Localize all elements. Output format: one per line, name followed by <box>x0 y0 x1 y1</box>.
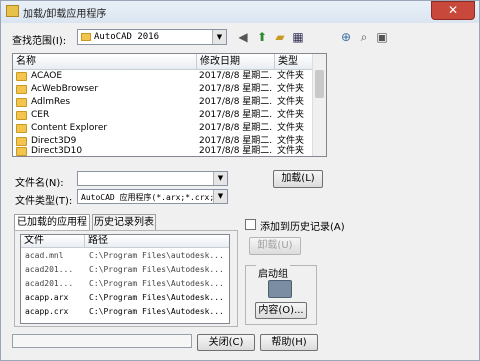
chevron-down-icon[interactable]: ▼ <box>213 190 227 203</box>
folder-icon <box>16 98 27 107</box>
table-row[interactable]: acad.mnl C:\Program Files\autodesk... <box>21 249 229 262</box>
lookin-combo[interactable]: AutoCAD 2016 ▼ <box>77 29 227 45</box>
filename-label: 文件名(N): <box>15 178 64 189</box>
load-button[interactable]: 加载(L) <box>273 170 323 188</box>
list-item[interactable]: ACAOE 2017/8/8 星期二... 文件夹 <box>13 70 315 83</box>
column-header-name[interactable]: 名称 <box>13 54 197 70</box>
loaded-apps-list[interactable]: 文件 路径 acad.mnl C:\Program Files\autodesk… <box>20 234 230 324</box>
app-icon <box>6 5 19 17</box>
folder-icon <box>16 85 27 94</box>
unload-button[interactable]: 卸载(U) <box>249 237 301 255</box>
column-header-date[interactable]: 修改日期 <box>197 54 275 70</box>
list-item[interactable]: CER 2017/8/8 星期二... 文件夹 <box>13 109 315 122</box>
lookin-value: AutoCAD 2016 <box>94 32 160 42</box>
folder-icon <box>16 111 27 120</box>
filetype-label: 文件类型(T): <box>15 196 73 207</box>
table-row[interactable]: acad201... C:\Program Files\Autodesk... <box>21 277 229 290</box>
search-web-icon[interactable]: ⊕ <box>337 28 355 46</box>
startup-group: 启动组 内容(O)... <box>245 265 317 325</box>
filename-input[interactable]: ▼ <box>77 171 228 186</box>
table-row[interactable]: acad201... C:\Program Files\Autodesk... <box>21 263 229 276</box>
briefcase-icon <box>268 280 292 298</box>
scroll-thumb[interactable] <box>315 70 324 98</box>
tab-panel: 文件 路径 acad.mnl C:\Program Files\autodesk… <box>14 230 238 327</box>
startup-title: 启动组 <box>256 265 290 280</box>
vertical-scrollbar[interactable] <box>312 54 326 156</box>
views-icon[interactable]: ▦ <box>289 28 307 46</box>
tab-history[interactable]: 历史记录列表 <box>92 214 156 230</box>
column-header-path[interactable]: 路径 <box>85 235 229 248</box>
column-header-file[interactable]: 文件 <box>21 235 85 248</box>
folder-icon <box>16 147 27 156</box>
close-window-button[interactable]: ✕ <box>431 1 475 20</box>
list-item[interactable]: Content Explorer 2017/8/8 星期二... 文件夹 <box>13 122 315 135</box>
table-row[interactable]: acapp.crx C:\Program Files\Autodesk... <box>21 305 229 318</box>
load-unload-dialog: 加载/卸载应用程序 ✕ 查找范围(I): AutoCAD 2016 ▼ ◀ ⬆ … <box>0 0 480 361</box>
add-history-label: 添加到历史记录(A) <box>260 222 345 233</box>
new-folder-icon[interactable]: ▰ <box>271 28 289 46</box>
window-title: 加载/卸载应用程序 <box>23 9 107 20</box>
lookin-label: 查找范围(I): <box>12 36 67 47</box>
up-folder-icon[interactable]: ⬆ <box>253 28 271 46</box>
help-button[interactable]: 帮助(H) <box>260 334 318 351</box>
folder-icon <box>16 72 27 81</box>
places-icon[interactable]: ▣ <box>373 28 391 46</box>
chevron-down-icon[interactable]: ▼ <box>212 30 226 44</box>
folder-icon <box>81 33 91 41</box>
status-bar <box>12 334 192 348</box>
contents-button[interactable]: 内容(O)... <box>255 302 307 319</box>
list-item[interactable]: AcWebBrowser 2017/8/8 星期二... 文件夹 <box>13 83 315 96</box>
tab-loaded-apps[interactable]: 已加载的应用程序 <box>14 214 90 243</box>
title-bar: 加载/卸载应用程序 ✕ <box>1 1 479 23</box>
chevron-down-icon[interactable]: ▼ <box>213 172 227 185</box>
back-icon[interactable]: ◀ <box>234 28 252 46</box>
table-row[interactable]: acapp.arx C:\Program Files\Autodesk... <box>21 291 229 304</box>
close-button[interactable]: 关闭(C) <box>197 334 255 351</box>
add-history-checkbox[interactable] <box>245 219 256 230</box>
list-item[interactable]: Direct3D10 2017/8/8 星期二... 文件夹 <box>13 145 315 156</box>
file-list[interactable]: 名称 修改日期 类型 ACAOE 2017/8/8 星期二... 文件夹 AcW… <box>12 53 327 157</box>
column-header-type[interactable]: 类型 <box>275 54 315 70</box>
filetype-select[interactable]: AutoCAD 应用程序(*.arx;*.crx;*.lsp;* ▼ <box>77 189 228 204</box>
list-item[interactable]: AdlmRes 2017/8/8 星期二... 文件夹 <box>13 96 315 109</box>
find-icon[interactable]: ⌕ <box>355 28 373 46</box>
folder-icon <box>16 124 27 133</box>
